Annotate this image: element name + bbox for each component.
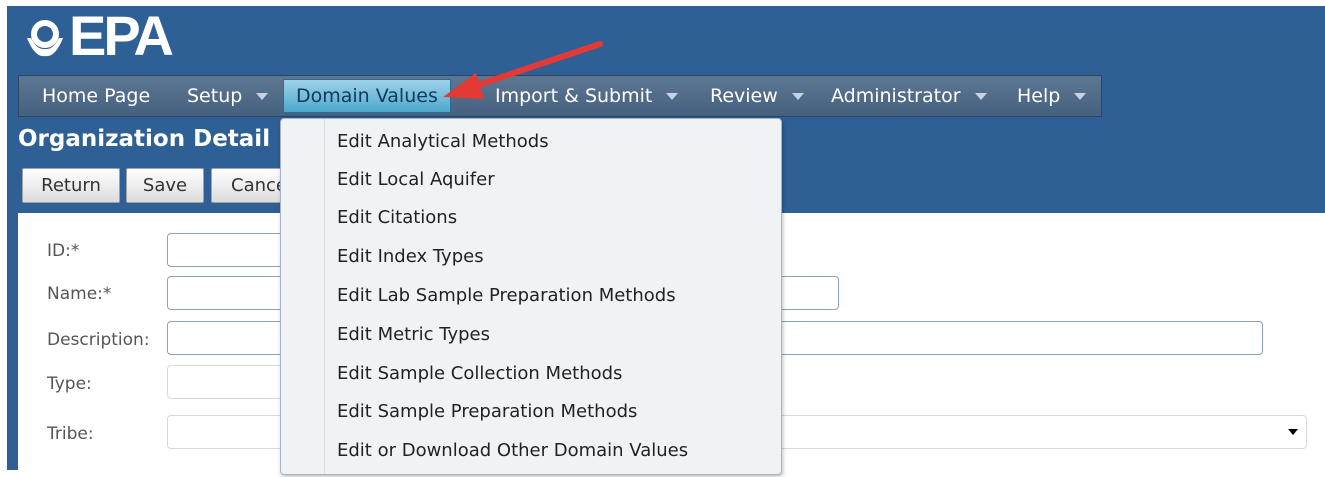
chevron-down-icon bbox=[666, 92, 679, 100]
logo-text: EPA bbox=[69, 4, 174, 67]
nav-administrator[interactable]: Administrator bbox=[831, 76, 987, 116]
nav-label: Home Page bbox=[42, 85, 151, 107]
field-label-description: Description: bbox=[47, 330, 150, 350]
chevron-down-icon bbox=[256, 92, 269, 100]
nav-label: Setup bbox=[187, 85, 243, 107]
menu-item-edit-analytical-methods[interactable]: Edit Analytical Methods bbox=[337, 123, 549, 161]
nav-label: Administrator bbox=[831, 85, 961, 107]
menu-item-edit-sample-preparation-methods[interactable]: Edit Sample Preparation Methods bbox=[337, 393, 637, 431]
menu-item-edit-citations[interactable]: Edit Citations bbox=[337, 199, 457, 237]
domain-values-menu: Edit Analytical Methods Edit Local Aquif… bbox=[280, 118, 782, 475]
field-label-type: Type: bbox=[47, 374, 92, 394]
epa-logo[interactable]: EPA bbox=[23, 4, 174, 67]
menu-gutter bbox=[324, 119, 325, 474]
nav-label: Help bbox=[1017, 85, 1061, 107]
nav-label: Domain Values bbox=[296, 85, 438, 107]
nav-label: Import & Submit bbox=[495, 85, 653, 107]
nav-help[interactable]: Help bbox=[1017, 76, 1087, 116]
menu-item-edit-metric-types[interactable]: Edit Metric Types bbox=[337, 316, 490, 354]
nav-home-page[interactable]: Home Page bbox=[42, 76, 150, 116]
nav-setup[interactable]: Setup bbox=[187, 76, 269, 116]
chevron-down-icon bbox=[1074, 92, 1087, 100]
return-button[interactable]: Return bbox=[22, 168, 120, 203]
page-title: Organization Detail bbox=[18, 126, 271, 152]
menu-item-edit-sample-collection-methods[interactable]: Edit Sample Collection Methods bbox=[337, 355, 622, 393]
nav-label: Review bbox=[710, 85, 778, 107]
nav-review[interactable]: Review bbox=[710, 76, 804, 116]
nav-import-submit[interactable]: Import & Submit bbox=[495, 76, 679, 116]
main-nav: Home Page Setup Domain Values Import & S… bbox=[18, 75, 1102, 117]
menu-item-edit-local-aquifer[interactable]: Edit Local Aquifer bbox=[337, 161, 495, 199]
epa-logo-icon bbox=[27, 20, 63, 57]
chevron-down-icon bbox=[791, 92, 804, 100]
chevron-down-icon bbox=[974, 92, 987, 100]
nav-domain-values[interactable]: Domain Values bbox=[283, 79, 451, 113]
menu-item-edit-lab-sample-preparation-methods[interactable]: Edit Lab Sample Preparation Methods bbox=[337, 277, 676, 315]
menu-item-edit-or-download-other-domain-values[interactable]: Edit or Download Other Domain Values bbox=[337, 432, 688, 470]
field-label-id: ID:* bbox=[47, 241, 80, 261]
chevron-down-icon bbox=[1288, 429, 1298, 435]
save-button[interactable]: Save bbox=[126, 168, 204, 203]
menu-item-edit-index-types[interactable]: Edit Index Types bbox=[337, 238, 484, 276]
field-label-name: Name:* bbox=[47, 284, 112, 304]
field-label-tribe: Tribe: bbox=[47, 424, 94, 444]
